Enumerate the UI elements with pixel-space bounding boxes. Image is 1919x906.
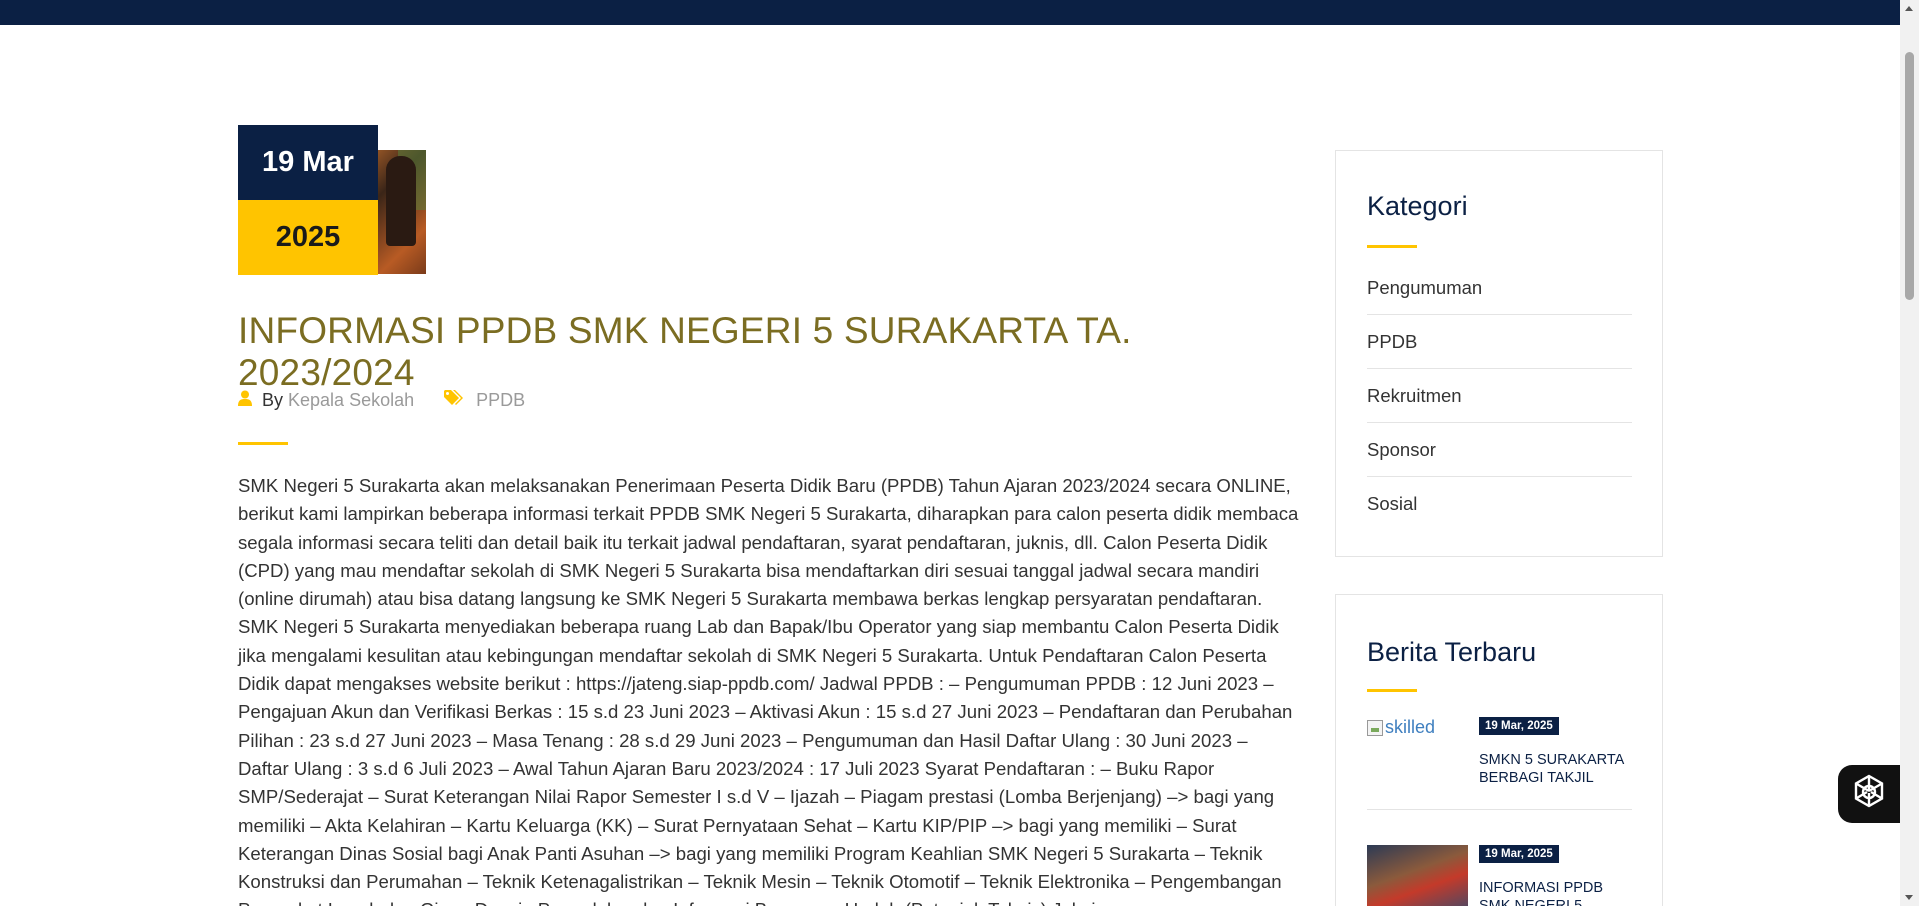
- scroll-down-arrow-icon[interactable]: [1905, 895, 1913, 900]
- kategori-item-ppdb[interactable]: PPDB: [1367, 315, 1632, 369]
- kategori-list: Pengumuman PPDB Rekruitmen Sponsor Sosia…: [1367, 261, 1632, 531]
- news-date-badge: 19 Mar, 2025: [1479, 845, 1559, 863]
- post-meta: By Kepala Sekolah PPDB: [238, 390, 525, 411]
- page-scrollbar[interactable]: [1900, 0, 1919, 906]
- news-item[interactable]: 19 Mar, 2025 INFORMASI PPDB SMK NEGERI 5: [1367, 845, 1632, 906]
- post-body: SMK Negeri 5 Surakarta akan melaksanakan…: [238, 475, 1299, 906]
- user-icon: [238, 390, 252, 411]
- tags-icon: [444, 390, 466, 411]
- broken-image-icon: [1367, 719, 1383, 736]
- news-thumbnail[interactable]: skilled: [1367, 717, 1435, 738]
- news-thumbnail-alt: skilled: [1385, 717, 1436, 737]
- berita-title: Berita Terbaru: [1367, 637, 1537, 667]
- post-date-year: 2025: [238, 200, 378, 275]
- kategori-item-pengumuman[interactable]: Pengumuman: [1367, 261, 1632, 315]
- top-bar: [0, 0, 1900, 25]
- floating-chat-button[interactable]: [1838, 765, 1900, 823]
- openai-chat-icon: [1849, 772, 1889, 817]
- kategori-widget: Kategori Pengumuman PPDB Rekruitmen Spon…: [1335, 150, 1663, 557]
- kategori-item-sponsor[interactable]: Sponsor: [1367, 423, 1632, 477]
- post-date-day: 19 Mar: [238, 125, 378, 200]
- kategori-title-rule: [1367, 245, 1417, 248]
- category-link[interactable]: PPDB: [476, 390, 525, 411]
- post-title: INFORMASI PPDB SMK NEGERI 5 SURAKARTA TA…: [238, 310, 1132, 393]
- scrollbar-thumb[interactable]: [1905, 52, 1914, 300]
- news-date-badge: 19 Mar, 2025: [1479, 717, 1559, 735]
- image-person: [386, 156, 416, 246]
- kategori-title: Kategori: [1367, 191, 1468, 221]
- meta-divider: [238, 442, 288, 445]
- news-title-link[interactable]: SMKN 5 SURAKARTA BERBAGI TAKJIL: [1479, 751, 1629, 787]
- kategori-item-rekruitmen[interactable]: Rekruitmen: [1367, 369, 1632, 423]
- news-thumbnail[interactable]: [1367, 845, 1468, 906]
- berita-title-rule: [1367, 689, 1417, 692]
- news-title-link[interactable]: INFORMASI PPDB SMK NEGERI 5: [1479, 879, 1629, 906]
- author-link[interactable]: Kepala Sekolah: [288, 390, 414, 411]
- scroll-up-arrow-icon[interactable]: [1905, 6, 1913, 11]
- news-item[interactable]: skilled 19 Mar, 2025 SMKN 5 SURAKARTA BE…: [1367, 717, 1632, 810]
- kategori-item-sosial[interactable]: Sosial: [1367, 477, 1632, 531]
- berita-terbaru-widget: Berita Terbaru skilled 19 Mar, 2025 SMKN…: [1335, 594, 1663, 906]
- by-label: By: [262, 390, 284, 410]
